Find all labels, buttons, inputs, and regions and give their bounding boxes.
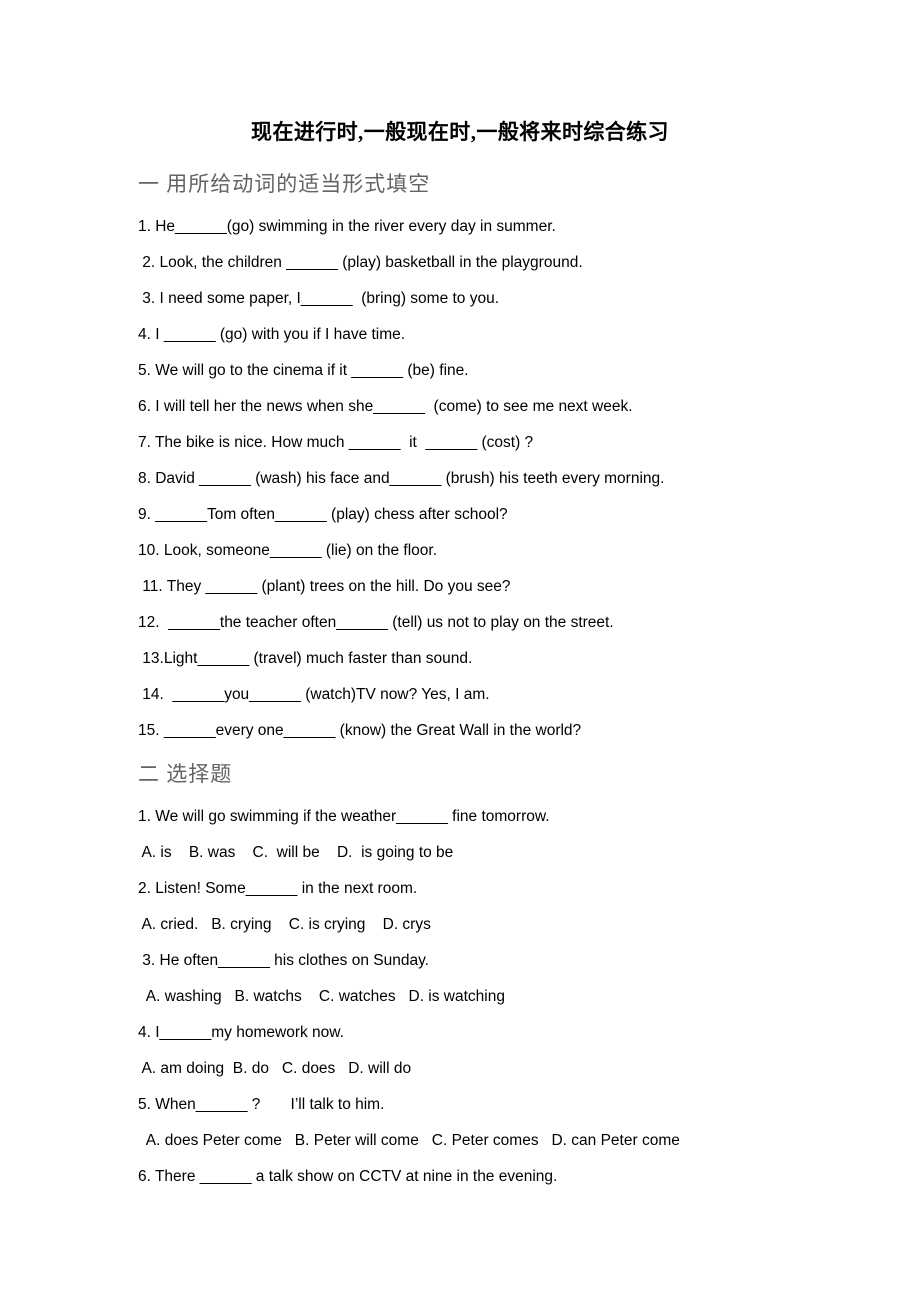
answer-options-line: A. am doing B. do C. does D. will do: [138, 1060, 412, 1077]
question-line: 3. He often______ his clothes on Sunday.: [138, 952, 429, 969]
question-line: 6. There ______ a talk show on CCTV at n…: [138, 1168, 558, 1185]
answer-options-line: A. does Peter come B. Peter will come C.…: [138, 1132, 680, 1149]
question-line: 6. I will tell her the news when she____…: [138, 398, 633, 415]
question-line: 8. David ______ (wash) his face and_____…: [138, 470, 665, 487]
question-line: 5. We will go to the cinema if it ______…: [138, 362, 469, 379]
question-line: 1. We will go swimming if the weather___…: [138, 808, 550, 825]
answer-options-line: A. is B. was C. will be D. is going to b…: [138, 844, 454, 861]
question-line: 11. They ______ (plant) trees on the hil…: [138, 578, 511, 595]
question-line: 13.Light______ (travel) much faster than…: [138, 650, 473, 667]
document-page: 现在进行时,一般现在时,一般将来时综合练习 一 用所给动词的适当形式填空 1. …: [0, 0, 920, 1302]
question-line: 5. When______ ? I’ll talk to him.: [138, 1096, 385, 1113]
question-line: 4. I ______ (go) with you if I have time…: [138, 326, 406, 343]
question-line: 2. Listen! Some______ in the next room.: [138, 880, 418, 897]
section-heading-multiple-choice: 二 选择题: [138, 762, 233, 786]
question-line: 12. ______the teacher often______ (tell)…: [138, 614, 614, 631]
question-line: 4. I______my homework now.: [138, 1024, 344, 1041]
section-heading-fill-in-blanks: 一 用所给动词的适当形式填空: [138, 172, 431, 196]
question-line: 15. ______every one______ (know) the Gre…: [138, 722, 582, 739]
question-line: 14. ______you______ (watch)TV now? Yes, …: [138, 686, 490, 703]
answer-options-line: A. washing B. watchs C. watches D. is wa…: [138, 988, 505, 1005]
question-line: 7. The bike is nice. How much ______ it …: [138, 434, 534, 451]
question-line: 2. Look, the children ______ (play) bask…: [138, 254, 583, 271]
question-line: 1. He______(go) swimming in the river ev…: [138, 218, 556, 235]
answer-options-line: A. cried. B. crying C. is crying D. crys: [138, 916, 431, 933]
question-line: 9. ______Tom often______ (play) chess af…: [138, 506, 508, 523]
page-title: 现在进行时,一般现在时,一般将来时综合练习: [251, 120, 669, 144]
question-line: 3. I need some paper, I______ (bring) so…: [138, 290, 500, 307]
question-line: 10. Look, someone______ (lie) on the flo…: [138, 542, 438, 559]
